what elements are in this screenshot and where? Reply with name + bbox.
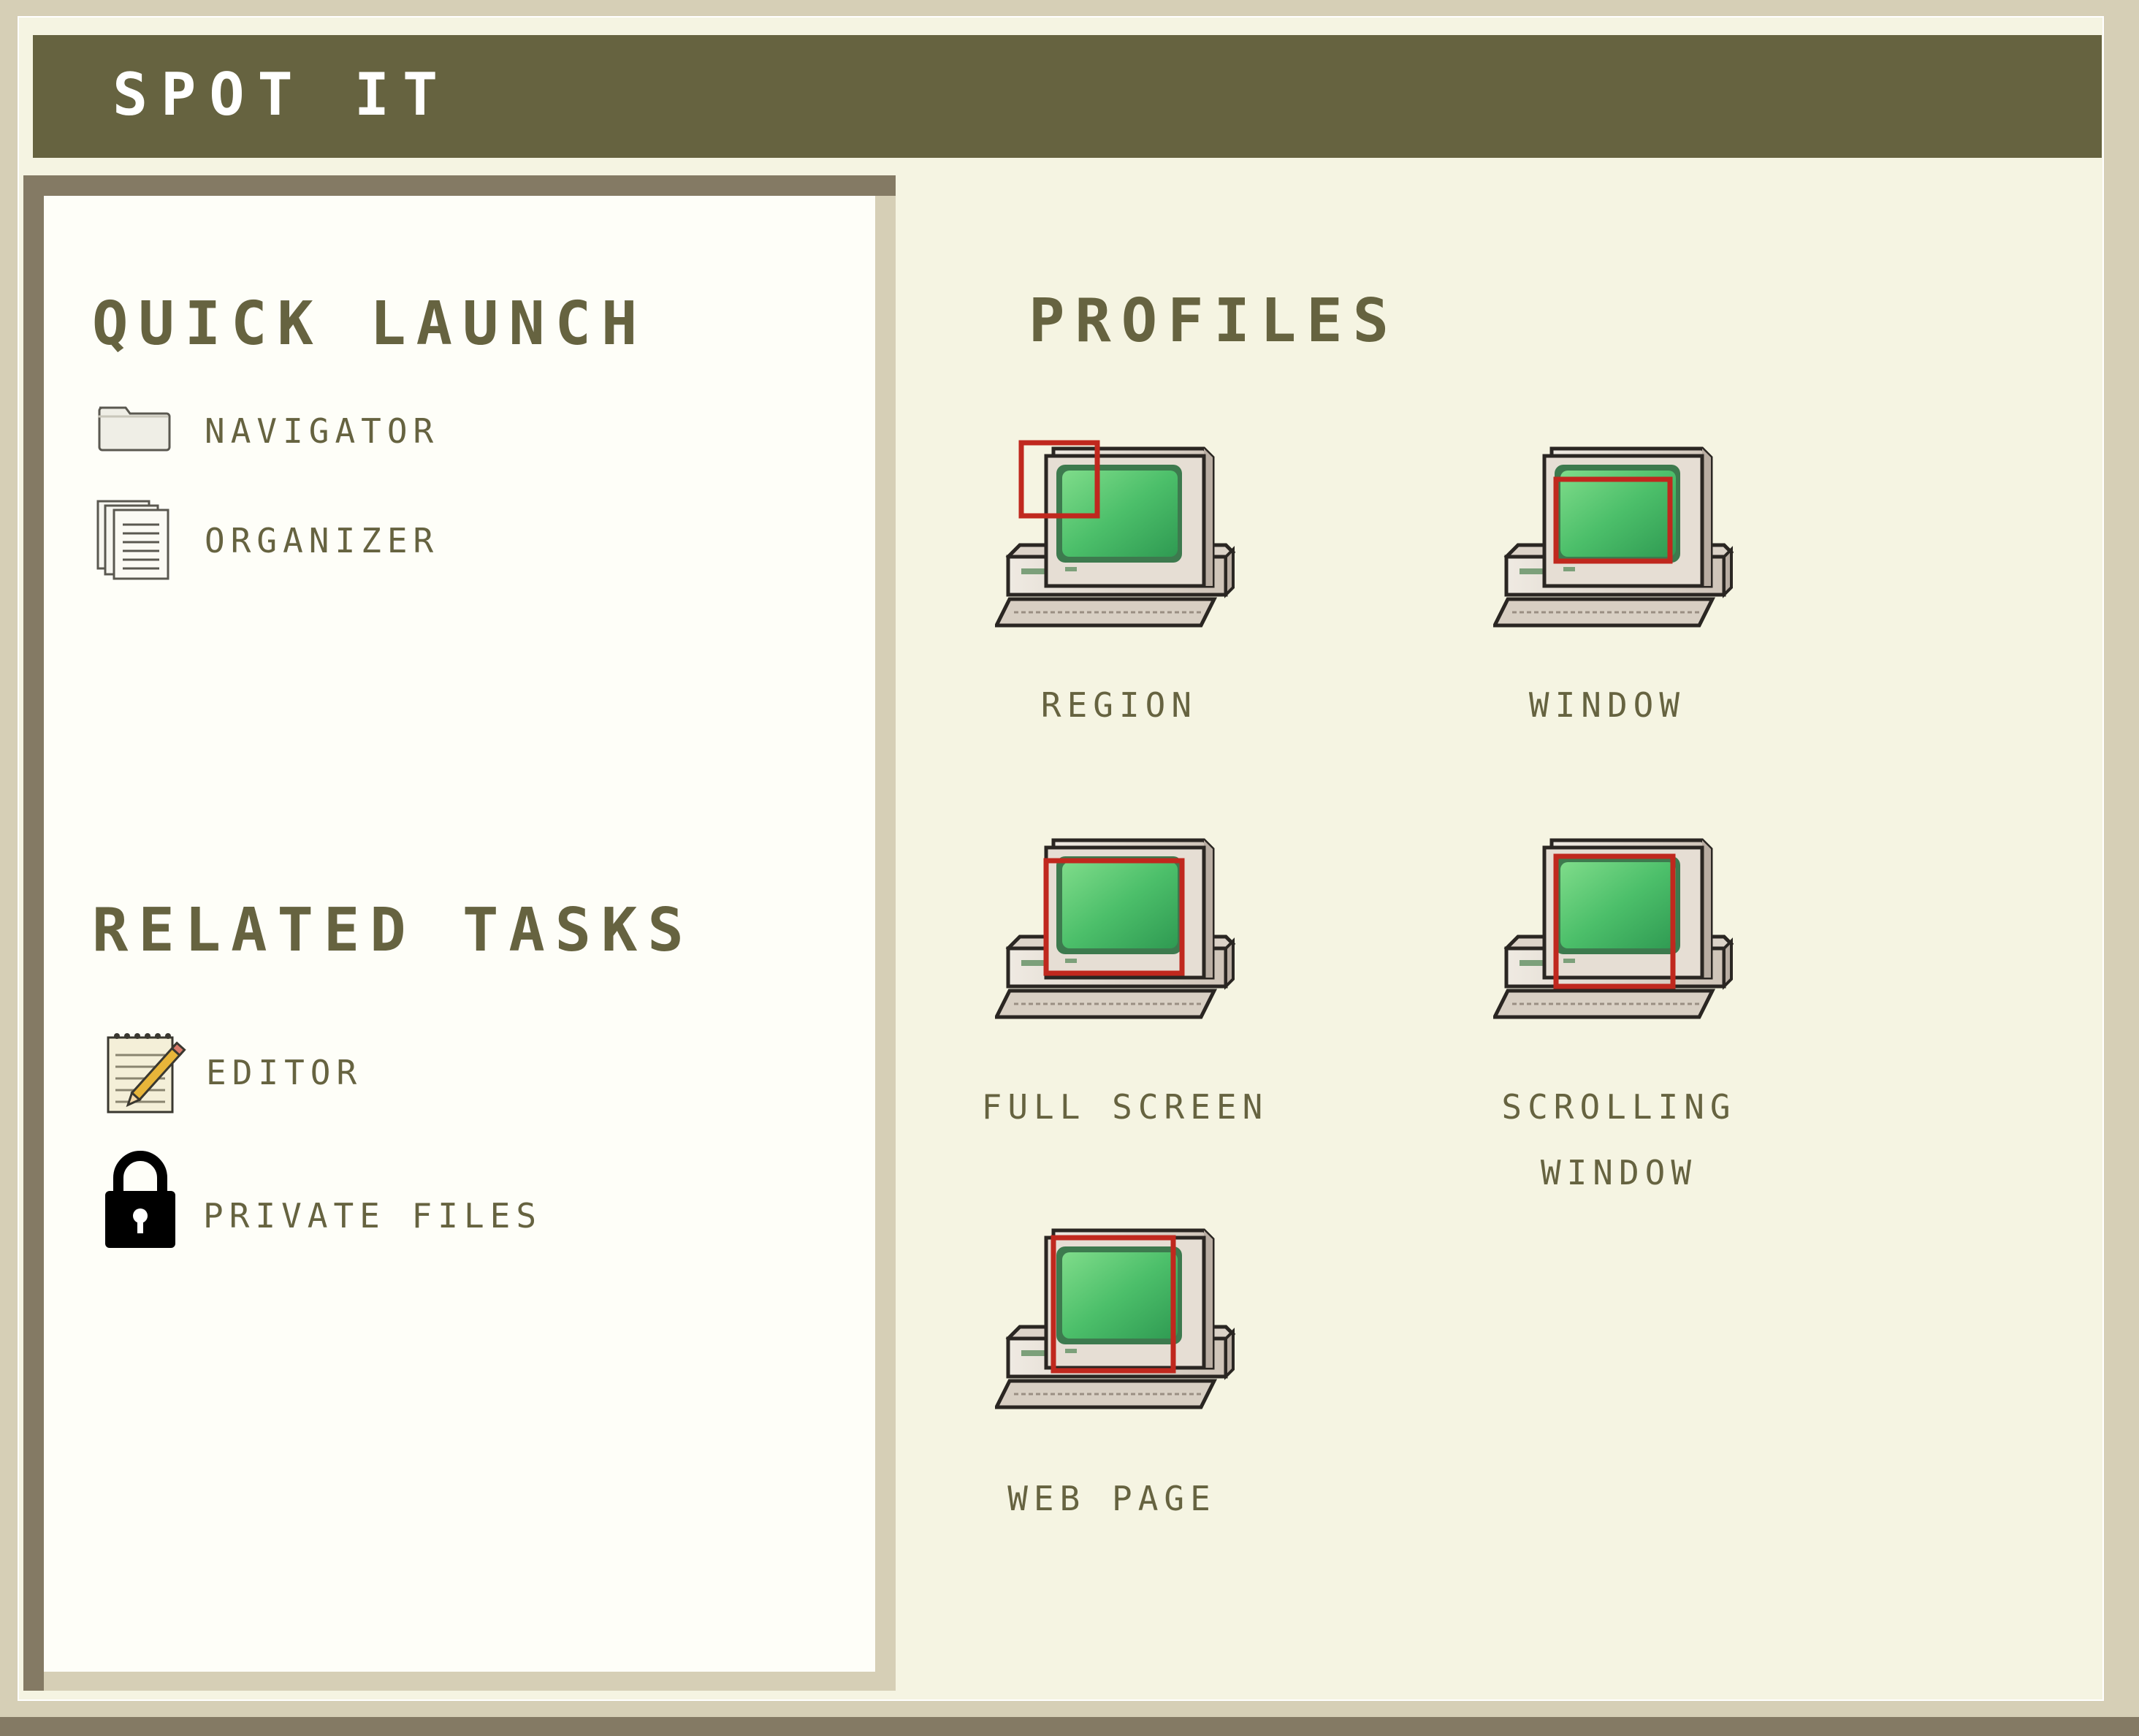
computer-full-screen-icon	[995, 827, 1240, 1054]
profile-region[interactable]: REGION	[951, 435, 1287, 742]
profile-scrolling-window[interactable]: SCROLLING WINDOW	[1451, 827, 1787, 1222]
computer-region-icon	[995, 440, 1240, 662]
documents-icon	[96, 500, 169, 580]
app-title: SPOT IT	[113, 61, 451, 129]
navigator-label: NAVIGATOR	[205, 411, 440, 451]
full-screen-label: FULL SCREEN	[981, 1087, 1269, 1127]
web-page-label: WEB PAGE	[1007, 1479, 1216, 1518]
profile-full-screen[interactable]: FULL SCREEN	[957, 827, 1293, 1134]
region-label: REGION	[1040, 685, 1198, 725]
window-label: WINDOW	[1528, 685, 1686, 725]
computer-window-icon	[1493, 435, 1739, 662]
private-files-label: PRIVATE FILES	[203, 1196, 543, 1236]
quick-launch-organizer[interactable]: ORGANIZER	[92, 494, 457, 582]
folder-icon	[98, 406, 171, 452]
scrolling-window-label: SCROLLING WINDOW	[1501, 1087, 1736, 1192]
computer-scrolling-window-icon	[1493, 827, 1739, 1054]
lock-icon	[105, 1151, 175, 1248]
quick-launch-title: QUICK LAUNCH	[92, 289, 648, 359]
computer-web-page-icon	[995, 1217, 1240, 1444]
editor-label: EDITOR	[206, 1053, 363, 1092]
related-tasks-title: RELATED TASKS	[92, 896, 694, 965]
related-task-private-files[interactable]: PRIVATE FILES	[102, 1150, 541, 1249]
organizer-label: ORGANIZER	[205, 521, 440, 560]
profile-web-page[interactable]: WEB PAGE	[944, 1217, 1280, 1524]
profile-window[interactable]: WINDOW	[1439, 435, 1775, 742]
quick-launch-navigator[interactable]: NAVIGATOR	[92, 399, 457, 457]
window-right-edge	[2104, 16, 2139, 1717]
window-bottom-edge	[0, 1717, 2139, 1736]
related-task-editor[interactable]: EDITOR	[102, 1026, 468, 1116]
profiles-title: PROFILES	[1029, 286, 1399, 356]
notepad-pencil-icon	[107, 1033, 186, 1113]
